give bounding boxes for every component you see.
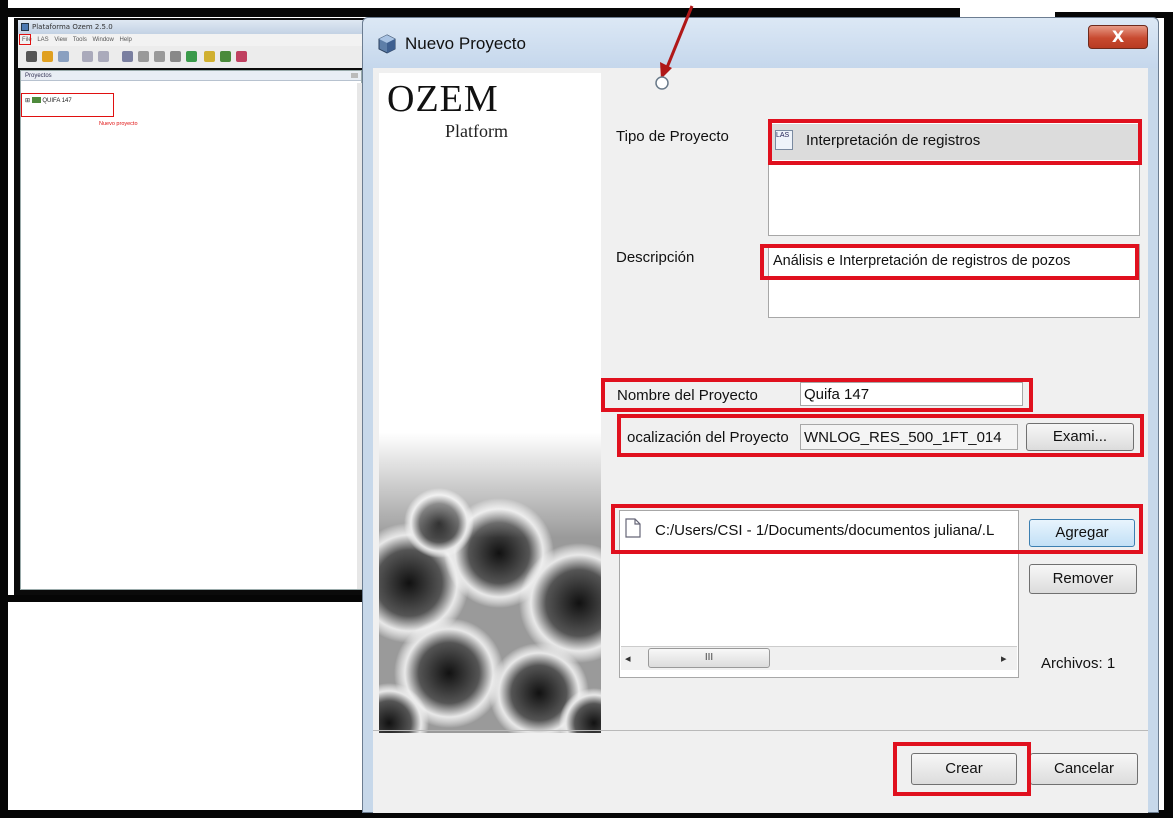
- tool-icon-1[interactable]: [122, 51, 133, 62]
- descripcion-highlight: [760, 244, 1139, 280]
- frame-top-left: [0, 8, 960, 17]
- tool-icon-5[interactable]: [204, 51, 215, 62]
- dialog-title: Nuevo Proyecto: [405, 34, 526, 53]
- frame-left: [0, 0, 8, 818]
- brand-subtitle: Platform: [445, 121, 508, 141]
- projects-panel-header: Proyectos: [21, 71, 361, 81]
- nombre-highlight: [601, 378, 1033, 412]
- menu-view[interactable]: View: [54, 37, 67, 43]
- close-button[interactable]: X: [1088, 25, 1148, 49]
- projects-panel-title: Proyectos: [25, 73, 52, 79]
- localizacion-highlight: [617, 414, 1144, 457]
- tool-icon-4[interactable]: [170, 51, 181, 62]
- frame-right: [1164, 12, 1173, 818]
- crear-highlight: [893, 742, 1031, 796]
- chart-icon[interactable]: [186, 51, 197, 62]
- ozem-banner: OZEM Platform: [379, 73, 601, 733]
- tool-icon-7[interactable]: [236, 51, 247, 62]
- annotation-arrow-icon: [655, 5, 694, 90]
- menu-file-highlight: [19, 34, 31, 45]
- nuevo-proyecto-dialog: Nuevo Proyecto X OZEM Platform Tipo de P…: [362, 17, 1159, 813]
- dialog-titlebar: Nuevo Proyecto X: [363, 18, 1158, 68]
- minimize-icon[interactable]: [351, 73, 358, 78]
- main-window-title: Plataforma Ozem 2.5.0: [32, 23, 113, 31]
- tree-item-highlight: [21, 93, 114, 117]
- agregar-button[interactable]: Agregar: [1029, 519, 1135, 547]
- redo-icon[interactable]: [98, 51, 109, 62]
- menu-help[interactable]: Help: [120, 37, 132, 43]
- menu-las[interactable]: LAS: [37, 37, 48, 43]
- menu-tools[interactable]: Tools: [73, 37, 87, 43]
- descripcion-label: Descripción: [616, 249, 695, 266]
- main-menubar: File LAS View Tools Window Help: [18, 34, 370, 46]
- remover-button[interactable]: Remover: [1029, 564, 1137, 594]
- open-folder-icon[interactable]: [42, 51, 53, 62]
- main-toolbar: [18, 46, 370, 68]
- scroll-left-icon[interactable]: ◂: [625, 652, 631, 665]
- undo-icon[interactable]: [82, 51, 93, 62]
- bottom-separator: [373, 730, 1148, 731]
- cube-icon: [378, 34, 396, 54]
- tipo-highlight: [768, 119, 1142, 165]
- menu-window[interactable]: Window: [93, 37, 114, 43]
- tool-icon-3[interactable]: [154, 51, 165, 62]
- scroll-thumb[interactable]: III: [648, 648, 770, 668]
- new-project-icon[interactable]: [26, 51, 37, 62]
- tool-icon-6[interactable]: [220, 51, 231, 62]
- main-window: Plataforma Ozem 2.5.0 File LAS View Tool…: [14, 18, 374, 600]
- archivos-count: Archivos: 1: [1041, 655, 1116, 672]
- main-window-titlebar: Plataforma Ozem 2.5.0: [18, 20, 370, 34]
- save-icon[interactable]: [58, 51, 69, 62]
- tool-icon-2[interactable]: [138, 51, 149, 62]
- cancelar-button[interactable]: Cancelar: [1030, 753, 1138, 785]
- brand-name: OZEM: [387, 78, 499, 120]
- nuevo-proyecto-annotation: Nuevo proyecto: [99, 121, 138, 127]
- app-icon: [21, 23, 29, 31]
- banner-texture-image: [379, 433, 601, 733]
- projects-panel: Proyectos ⊞ QUIFA 147 Nuevo proyecto: [20, 70, 363, 590]
- tipo-label: Tipo de Proyecto: [616, 128, 729, 145]
- scroll-right-icon[interactable]: ▸: [1001, 652, 1007, 665]
- frame-middle: [0, 595, 365, 602]
